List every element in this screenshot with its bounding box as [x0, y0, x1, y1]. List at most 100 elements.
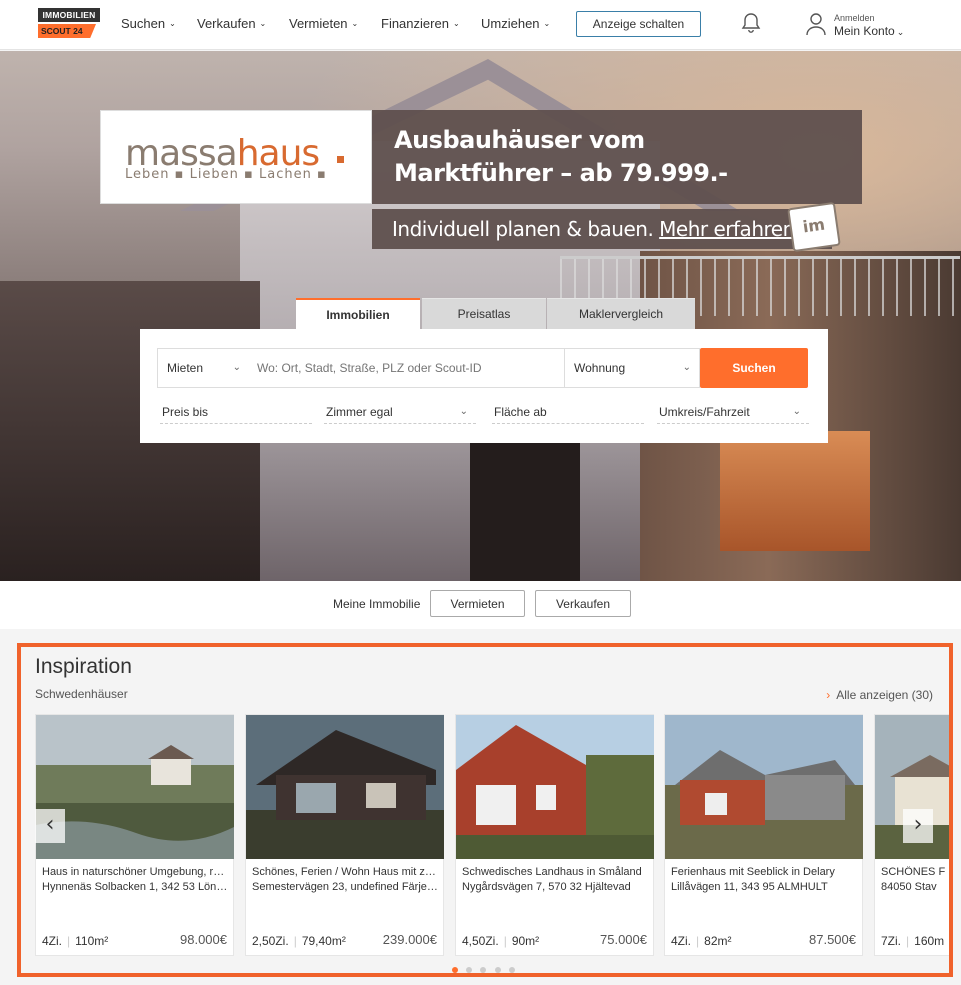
logo-text-bottom: SCOUT 24	[38, 24, 96, 38]
nav-umziehen[interactable]: Umziehen ⌄	[481, 16, 550, 31]
bell-icon[interactable]	[740, 12, 762, 34]
anzeige-schalten-button[interactable]: Anzeige schalten	[576, 11, 701, 37]
area-filter[interactable]: Fläche ab	[492, 400, 644, 424]
listing-price: 239.000€	[382, 932, 437, 947]
tab-immobilien[interactable]: Immobilien	[296, 298, 420, 329]
show-all-link[interactable]: › Alle anzeigen (30)	[826, 688, 933, 702]
my-account-label: Mein Konto	[834, 24, 895, 38]
tab-preisatlas[interactable]: Preisatlas	[422, 298, 546, 329]
listing-rooms: 4Zi.	[42, 934, 63, 948]
listing-title: Schönes, Ferien / Wohn Haus mit zw...	[252, 866, 438, 878]
mode-select[interactable]: Mieten ⌄	[157, 348, 250, 388]
nav-label: Verkaufen	[197, 16, 256, 31]
listing-address: Hynnenäs Solbacken 1, 342 53 Löna...	[42, 881, 228, 893]
sell-button[interactable]: Verkaufen	[535, 590, 631, 617]
pagination-dot-active[interactable]	[452, 967, 458, 973]
listing-card[interactable]: Schönes, Ferien / Wohn Haus mit zw... Se…	[245, 714, 444, 956]
hero-lit-window	[720, 431, 870, 551]
tab-maklervergleich[interactable]: Maklervergleich	[547, 298, 695, 329]
listing-address: Lillåvägen 11, 343 95 ALMHULT	[671, 881, 828, 893]
nav-verkaufen[interactable]: Verkaufen ⌄	[197, 16, 266, 31]
listing-card[interactable]: Schwedisches Landhaus in Småland Nygårds…	[455, 714, 654, 956]
rooms-filter-label: Zimmer egal	[326, 405, 393, 419]
listing-card[interactable]: Ferienhaus mit Seeblick in Delary Lillåv…	[664, 714, 863, 956]
listing-rooms: 4Zi.	[671, 934, 692, 948]
listing-address: 84050 Stav	[881, 881, 937, 893]
listing-title: SCHÖNES F	[881, 866, 946, 878]
user-icon[interactable]	[805, 12, 827, 36]
chevron-down-icon: ⌄	[896, 27, 905, 37]
price-filter[interactable]: Preis bis	[160, 400, 312, 424]
ad-headline: Ausbauhäuser vom Marktführer – ab 79.999…	[394, 126, 728, 187]
listing-address: Semestervägen 23, undefined Färjes...	[252, 881, 438, 893]
listing-photo	[246, 715, 444, 859]
fact-divider: |	[906, 934, 910, 948]
chevron-down-icon: ⌄	[452, 19, 460, 28]
listing-area: 110m²	[75, 934, 109, 948]
listing-title: Ferienhaus mit Seeblick in Delary	[671, 866, 835, 878]
chevron-down-icon: ⌄	[459, 406, 468, 417]
nav-suchen[interactable]: Suchen ⌄	[121, 16, 176, 31]
pagination-dot[interactable]	[466, 967, 472, 973]
chevron-left-icon: ‹	[45, 812, 55, 837]
ad-subline: Individuell planen & bauen. Mehr erfahre…	[372, 209, 832, 249]
listing-photo	[36, 715, 234, 859]
radius-filter-label: Umkreis/Fahrzeit	[659, 405, 750, 419]
mode-value: Mieten	[167, 361, 204, 375]
radius-filter[interactable]: Umkreis/Fahrzeit ⌄	[657, 400, 809, 424]
listing-address: Nygårdsvägen 7, 570 32 Hjältevad	[462, 881, 631, 893]
property-type-select[interactable]: Wohnung ⌄	[564, 348, 700, 388]
price-filter-label: Preis bis	[162, 405, 209, 419]
listing-title: Haus in naturschöner Umgebung, re...	[42, 866, 228, 878]
my-property-bar: Meine Immobilie Vermieten Verkaufen	[0, 581, 961, 629]
listing-photo	[665, 715, 863, 859]
fact-divider: |	[503, 934, 507, 948]
pagination-dot[interactable]	[480, 967, 486, 973]
carousel-prev-button[interactable]: ‹	[35, 809, 65, 843]
listing-price: 87.500€	[809, 932, 856, 947]
rooms-filter[interactable]: Zimmer egal ⌄	[324, 400, 476, 424]
fact-divider: |	[67, 934, 71, 948]
top-navigation: IMMOBILIEN SCOUT 24 Suchen ⌄ Verkaufen ⌄ V…	[0, 0, 961, 50]
chevron-down-icon: ⌄	[543, 19, 551, 28]
ad-more-link[interactable]: Mehr erfahren!	[659, 217, 803, 241]
area-filter-label: Fläche ab	[494, 405, 547, 419]
massahaus-ad-banner[interactable]: massahaus Leben ▪ Lieben ▪ Lachen ▪ Ausb…	[100, 110, 862, 253]
ad-headline-box: Ausbauhäuser vom Marktführer – ab 79.999…	[372, 110, 862, 204]
nav-label: Suchen	[121, 16, 166, 31]
chevron-down-icon: ⌄	[792, 406, 801, 417]
carousel-next-button[interactable]: ›	[903, 809, 933, 843]
listing-rooms: 7Zi.	[881, 934, 902, 948]
listing-price: 75.000€	[600, 932, 647, 947]
chevron-down-icon: ⌄	[351, 19, 359, 28]
listing-photo	[456, 715, 654, 859]
pagination-dot[interactable]	[509, 967, 515, 973]
nav-finanzieren[interactable]: Finanzieren ⌄	[381, 16, 460, 31]
listing-rooms: 4,50Zi.	[462, 934, 499, 948]
inspiration-title: Inspiration	[35, 655, 132, 678]
massahaus-logo: massahaus Leben ▪ Lieben ▪ Lachen ▪	[100, 110, 372, 204]
show-all-label: Alle anzeigen (30)	[836, 688, 933, 702]
chevron-down-icon: ⌄	[259, 19, 267, 28]
pagination-dot[interactable]	[495, 967, 501, 973]
search-button[interactable]: Suchen	[700, 348, 808, 388]
my-account-menu[interactable]: Mein Konto ⌄	[834, 24, 904, 38]
my-property-label: Meine Immobilie	[333, 597, 421, 611]
nav-vermieten[interactable]: Vermieten ⌄	[289, 16, 358, 31]
fact-divider: |	[293, 934, 297, 948]
listing-rooms: 2,50Zi.	[252, 934, 289, 948]
chevron-right-icon: ›	[826, 688, 831, 702]
ad-subline-text: Individuell planen & bauen.	[392, 217, 660, 241]
listing-facts: 2,50Zi. | 79,40m²	[252, 934, 346, 948]
hero-door	[470, 431, 580, 581]
listing-facts: 4Zi. | 110m²	[42, 934, 108, 948]
listing-area: 160m	[914, 934, 945, 948]
location-input[interactable]	[249, 348, 565, 388]
logo-text-top: IMMOBILIEN	[38, 8, 100, 22]
rent-out-button[interactable]: Vermieten	[430, 590, 525, 617]
key-tag-icon: im	[787, 201, 841, 253]
immobilienscout24-logo[interactable]: IMMOBILIEN SCOUT 24	[38, 8, 100, 38]
chevron-down-icon: ⌄	[232, 362, 241, 373]
listing-title: Schwedisches Landhaus in Småland	[462, 866, 642, 878]
listing-price: 98.000€	[180, 932, 227, 947]
